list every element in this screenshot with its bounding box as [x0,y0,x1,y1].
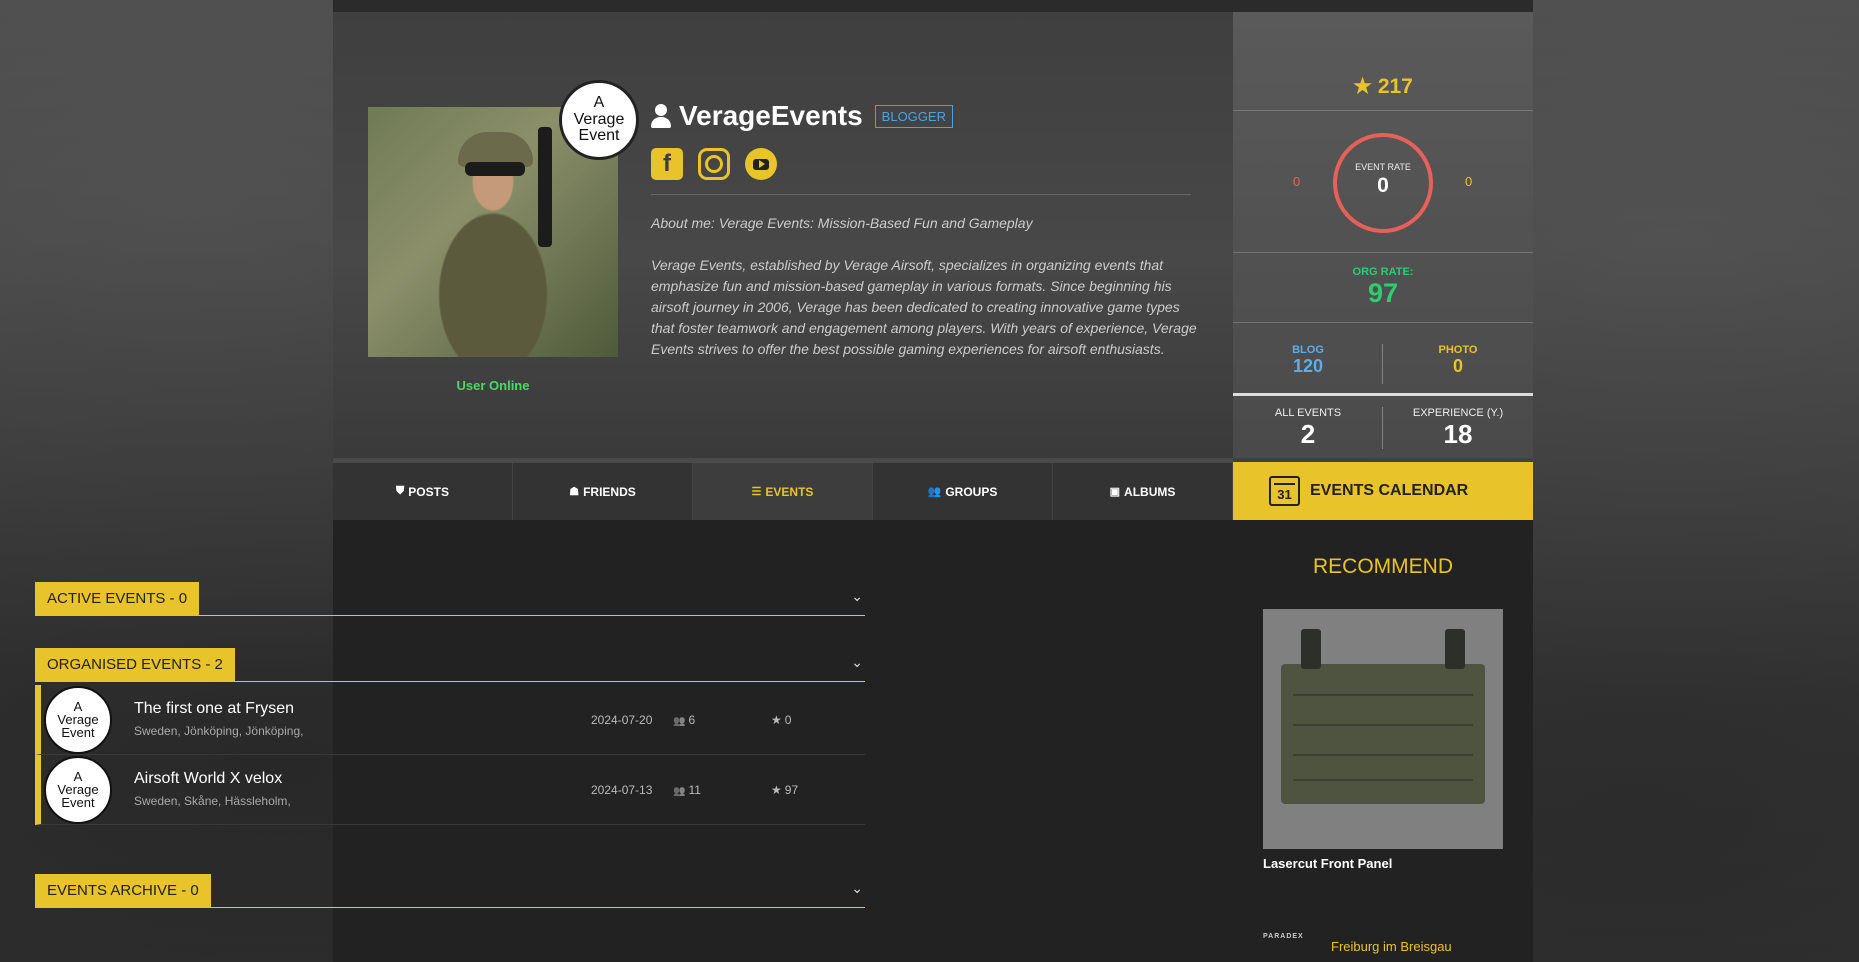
youtube-icon[interactable] [745,148,777,180]
active-events-title: ACTIVE EVENTS - 0 [35,582,200,615]
event-row[interactable]: A Verage Event Airsoft World X velox Swe… [35,755,865,825]
tab-groups[interactable]: 👥 GROUPS [873,463,1053,520]
product-location: Freiburg im Breisgau [1331,939,1452,954]
tab-friends[interactable]: ☗ FRIENDS [513,463,693,520]
shield-icon: ⛊ [396,485,405,497]
user-online-status: User Online [456,378,530,393]
person-icon: ☗ [569,486,580,498]
event-participants: 11 [673,783,700,797]
avatar-rifle [538,127,552,247]
organised-events-title: ORGANISED EVENTS - 2 [35,648,235,681]
photo-stat[interactable]: PHOTO 0 [1383,344,1533,377]
event-rate-negative: 0 [1293,174,1301,189]
event-rate-label: EVENT RATE [1355,162,1411,172]
events-archive-section[interactable]: EVENTS ARCHIVE - 0 ⌄ [35,874,865,908]
header-divider [651,194,1191,195]
avatar-glasses [465,162,525,176]
stats-divider [1233,322,1533,323]
rating-value: 217 [1377,75,1413,98]
events-experience-stats: ALL EVENTS 2 EXPERIENCE (Y.) 18 [1233,407,1533,450]
image-icon: ▣ [1109,486,1121,498]
event-name[interactable]: The first one at Frysen [134,700,294,718]
org-rate-value: 97 [1367,278,1399,308]
event-rating: 97 [771,783,798,797]
tab-events[interactable]: ☰ EVENTS [693,463,873,520]
profile-header: A Verage Event User Online VerageEvents … [333,12,1233,458]
event-logo: A Verage Event [44,685,112,754]
event-rate-circle: EVENT RATE 0 [1333,133,1433,233]
star-icon: ★ [1353,75,1372,98]
top-strip [333,0,1533,12]
stats-divider [1382,344,1383,384]
facebook-icon[interactable]: f [651,148,683,180]
event-rate-positive: 0 [1465,174,1473,189]
event-date: 2024-07-13 [591,783,653,797]
chevron-down-icon[interactable]: ⌄ [851,588,863,605]
blog-value: 120 [1292,356,1324,376]
product-name[interactable]: Lasercut Front Panel [1263,856,1392,871]
all-events-value: 2 [1300,419,1316,449]
stats-divider [1233,110,1533,111]
chevron-down-icon[interactable]: ⌄ [851,880,863,897]
blog-label: BLOG [1292,344,1324,356]
recommend-title: RECOMMEND [1313,555,1453,578]
users-icon: 👥 [927,486,942,498]
blogger-badge: BLOGGER [874,104,953,128]
all-events-stat: ALL EVENTS 2 [1233,407,1383,450]
chevron-down-icon[interactable]: ⌄ [851,654,863,671]
social-links: f [651,148,777,180]
blog-stat[interactable]: BLOG 120 [1233,344,1383,377]
organised-events-section[interactable]: ORGANISED EVENTS - 2 ⌄ [35,648,865,682]
user-heading: VerageEvents BLOGGER [651,100,953,132]
photo-value: 0 [1452,356,1463,376]
all-events-label: ALL EVENTS [1274,407,1342,419]
experience-label: EXPERIENCE (Y.) [1412,407,1504,419]
user-icon [651,104,671,128]
list-icon: ☰ [751,486,762,498]
org-rate: ORG RATE: 97 [1233,266,1533,309]
calendar-icon: 31 [1269,476,1300,506]
photo-label: PHOTO [1438,344,1478,356]
event-rate-value: 0 [1377,174,1389,197]
events-archive-title: EVENTS ARCHIVE - 0 [35,874,211,907]
event-rating: 0 [771,713,792,727]
experience-stat: EXPERIENCE (Y.) 18 [1383,407,1533,450]
stats-panel: ★ 217 0 EVENT RATE 0 0 ORG RATE: 97 BLOG… [1233,12,1533,458]
front-panel-picture [1281,629,1485,804]
event-name[interactable]: Airsoft World X velox [134,770,282,788]
stats-divider [1233,393,1533,396]
about-title: About me: Verage Events: Mission-Based F… [651,215,1033,231]
experience-value: 18 [1443,419,1473,449]
recommend-panel: RECOMMEND Lasercut Front Panel PARADEX F… [1233,520,1533,962]
username: VerageEvents [679,100,863,131]
stats-divider [1233,252,1533,253]
active-events-section[interactable]: ACTIVE EVENTS - 0 ⌄ [35,582,865,616]
brand-logo: PARADEX [1263,933,1304,940]
tab-posts[interactable]: ⛊ POSTS [333,463,513,520]
event-row[interactable]: A Verage Event The first one at Frysen S… [35,685,865,755]
profile-tabs: ⛊ POSTS ☗ FRIENDS ☰ EVENTS 👥 GROUPS ▣ AL… [333,458,1233,520]
about-text: Verage Events, established by Verage Air… [651,257,1197,357]
organised-events-list: A Verage Event The first one at Frysen S… [35,685,865,825]
verage-event-logo: A Verage Event [559,80,639,160]
events-calendar-label: EVENTS CALENDAR [1310,482,1469,499]
event-participants: 6 [673,713,695,727]
instagram-icon[interactable] [698,148,730,180]
event-logo: A Verage Event [44,755,112,824]
stats-divider [1382,407,1383,449]
product-image[interactable] [1263,609,1503,849]
rating: ★ 217 [1233,74,1533,99]
event-location: Sweden, Skåne, Hässleholm, [134,794,291,808]
event-location: Sweden, Jönköping, Jönköping, [134,724,304,738]
events-calendar-button[interactable]: 31 EVENTS CALENDAR [1233,462,1533,520]
tab-albums[interactable]: ▣ ALBUMS [1053,463,1233,520]
blog-photo-stats: BLOG 120 PHOTO 0 [1233,344,1533,377]
org-rate-label: ORG RATE: [1352,266,1414,278]
event-date: 2024-07-20 [591,713,653,727]
